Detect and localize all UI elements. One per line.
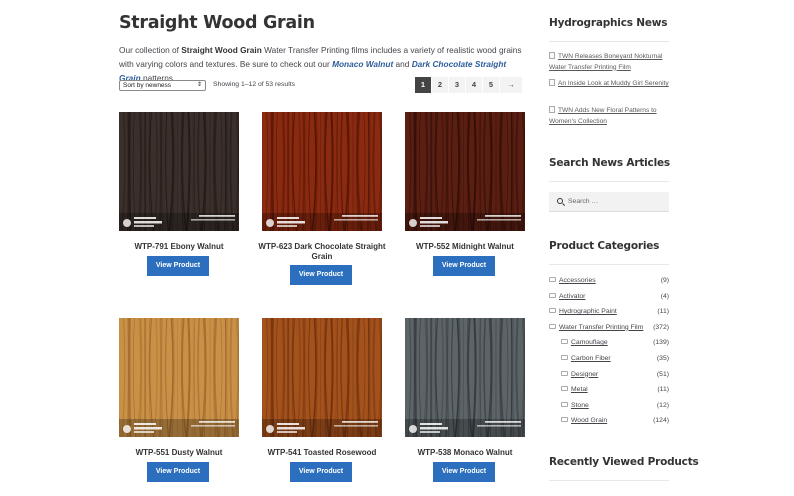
document-icon (549, 106, 555, 113)
intro-bold: Straight Wood Grain (181, 45, 262, 55)
view-product-button[interactable]: View Product (147, 462, 209, 482)
document-icon (549, 52, 555, 59)
page-4[interactable]: 4 (466, 77, 482, 93)
category-count: (9) (660, 277, 669, 284)
monaco-walnut-link[interactable]: Monaco Walnut (332, 59, 393, 69)
news-item[interactable]: TWN Releases Boneyard Nokturnal Water Tr… (549, 52, 669, 73)
divider (549, 480, 669, 481)
pagination: 1 2 3 4 5 → (415, 77, 523, 93)
product-image[interactable] (262, 318, 382, 437)
category-item[interactable]: Wood Grain (561, 416, 607, 426)
sort-select[interactable]: Sort by newness ⇕ (119, 80, 206, 91)
page-3[interactable]: 3 (449, 77, 465, 93)
product-image[interactable] (119, 318, 239, 437)
news-item[interactable]: TWN Adds New Floral Patterns to Women's … (549, 106, 669, 127)
category-item[interactable]: Accessories (549, 276, 596, 286)
next-page-arrow-icon[interactable]: → (500, 77, 522, 93)
category-count: (124) (653, 417, 669, 425)
news-link[interactable]: TWN Adds New Floral Patterns to Women's … (549, 107, 657, 125)
folder-icon (561, 386, 568, 392)
product-image[interactable] (405, 318, 525, 437)
category-label[interactable]: Designer (571, 371, 598, 378)
news-link[interactable]: An Inside Look at Muddy Girl Serenity (558, 80, 669, 87)
category-item[interactable]: Metal (561, 385, 588, 395)
folder-icon (561, 401, 568, 407)
category-item[interactable]: Activator (549, 292, 585, 302)
product-title[interactable]: WTP-538 Monaco Walnut (399, 448, 531, 458)
category-item[interactable]: Designer (561, 370, 598, 380)
folder-icon (549, 277, 556, 282)
category-count: (51) (656, 370, 669, 378)
category-label[interactable]: Wood Grain (571, 417, 607, 424)
category-count: (35) (656, 355, 669, 362)
search-input[interactable]: Search … (549, 192, 669, 212)
categories-widget-title: Product Categories (549, 240, 660, 252)
page-1: 1 (415, 77, 431, 93)
search-placeholder: Search … (568, 198, 599, 205)
category-item[interactable]: Hydrographic Paint (549, 307, 617, 317)
folder-icon (561, 339, 568, 345)
category-label[interactable]: Activator (559, 293, 585, 300)
page-title: Straight Wood Grain (119, 13, 315, 33)
view-product-button[interactable]: View Product (290, 265, 352, 285)
folder-icon (549, 308, 556, 314)
product-image[interactable] (262, 112, 382, 231)
folder-icon (549, 323, 556, 329)
news-widget-title: Hydrographics News (549, 17, 668, 29)
category-item[interactable]: Camouflage (561, 338, 608, 348)
folder-icon (561, 370, 568, 376)
news-link[interactable]: TWN Releases Boneyard Nokturnal Water Tr… (549, 53, 662, 71)
divider (549, 41, 669, 42)
category-item[interactable]: Water Transfer Printing Film (549, 323, 643, 333)
product-image[interactable] (405, 112, 525, 231)
category-label[interactable]: Metal (571, 386, 588, 393)
folder-icon (549, 292, 556, 298)
product-image[interactable] (119, 112, 239, 231)
category-label[interactable]: Water Transfer Printing Film (559, 324, 643, 331)
intro-text: Our collection of (119, 45, 182, 55)
folder-icon (561, 355, 568, 360)
intro-text: and (393, 59, 412, 69)
category-item[interactable]: Carbon Fiber (561, 354, 611, 364)
category-item[interactable]: Stone (561, 401, 589, 411)
category-label[interactable]: Camouflage (571, 339, 608, 346)
view-product-button[interactable]: View Product (433, 462, 495, 482)
select-arrows-icon: ⇕ (196, 82, 202, 88)
page-2[interactable]: 2 (432, 77, 448, 93)
view-product-button[interactable]: View Product (290, 462, 352, 482)
product-title[interactable]: WTP-541 Toasted Rosewood (256, 448, 388, 458)
view-product-button[interactable]: View Product (433, 256, 495, 276)
category-count: (11) (657, 386, 669, 394)
result-count: Showing 1–12 of 53 results (213, 81, 295, 88)
folder-icon (561, 417, 568, 423)
category-label[interactable]: Stone (571, 402, 589, 409)
search-icon (557, 198, 563, 204)
recently-viewed-title: Recently Viewed Products (549, 456, 699, 468)
category-label[interactable]: Accessories (559, 277, 596, 284)
category-count: (372) (653, 323, 669, 331)
document-icon (549, 79, 555, 86)
divider (549, 264, 669, 265)
product-title[interactable]: WTP-551 Dusty Walnut (113, 448, 245, 458)
page-5[interactable]: 5 (483, 77, 499, 93)
category-label[interactable]: Hydrographic Paint (559, 308, 617, 315)
product-title[interactable]: WTP-623 Dark Chocolate Straight Grain (256, 242, 388, 262)
divider (549, 181, 669, 182)
sort-value: Sort by newness (123, 82, 172, 89)
news-item[interactable]: An Inside Look at Muddy Girl Serenity (549, 79, 669, 90)
view-product-button[interactable]: View Product (147, 256, 209, 276)
category-label[interactable]: Carbon Fiber (571, 355, 611, 362)
category-count: (11) (657, 308, 669, 316)
category-count: (139) (653, 339, 669, 347)
category-count: (12) (656, 401, 669, 409)
product-title[interactable]: WTP-552 Midnight Walnut (399, 242, 531, 252)
category-count: (4) (660, 292, 669, 300)
product-title[interactable]: WTP-791 Ebony Walnut (113, 242, 245, 252)
search-widget-title: Search News Articles (549, 157, 670, 169)
